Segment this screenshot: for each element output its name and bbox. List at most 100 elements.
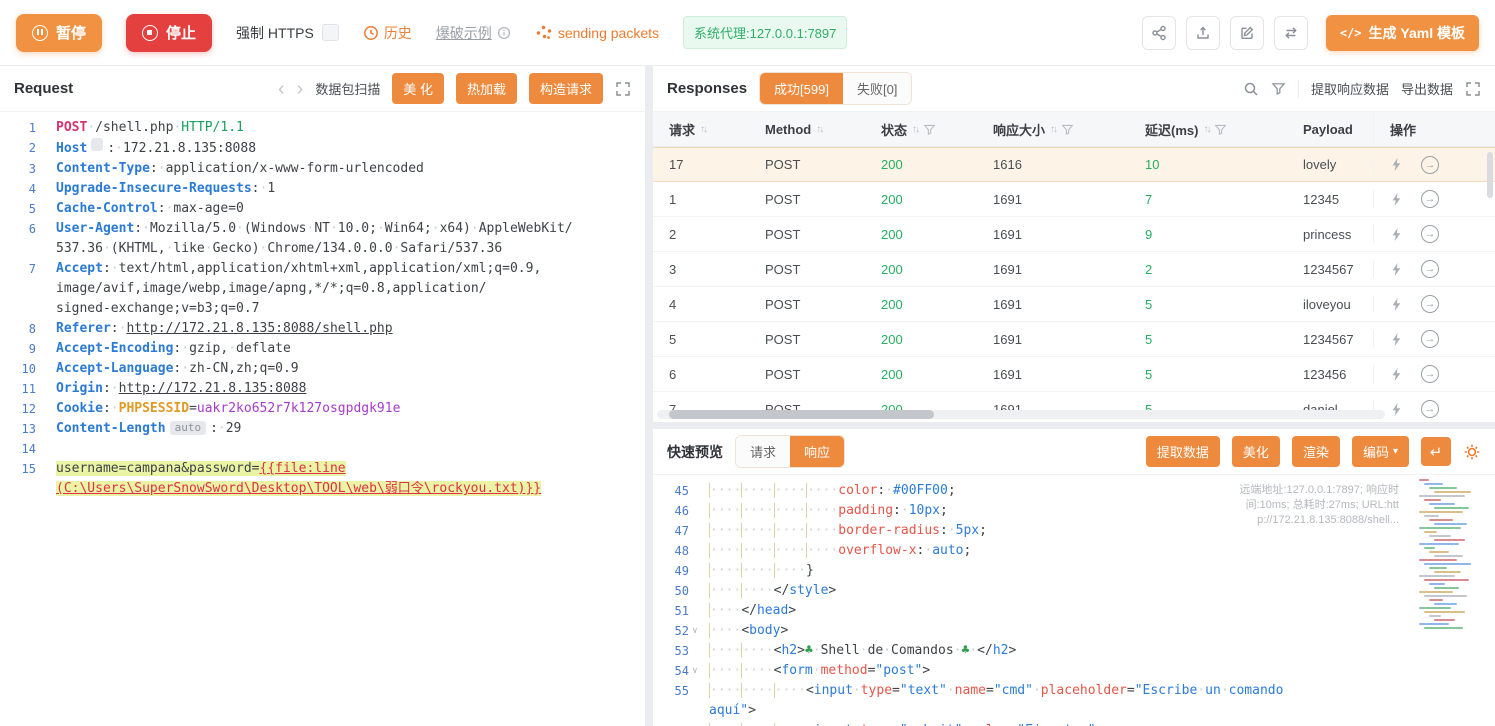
example-link[interactable]: 爆破示例 [436, 23, 511, 43]
share-button[interactable] [1141, 15, 1176, 50]
search-icon[interactable] [1243, 81, 1259, 97]
code-line[interactable]: 48 ················overflow-x:·auto; [653, 541, 1495, 561]
code-text[interactable]: ············<input·type="submit"·value="… [709, 721, 1495, 726]
code-line[interactable]: 2 Host:·172.21.8.135:8088 [0, 138, 645, 159]
filter-icon[interactable] [1271, 81, 1286, 96]
code-line[interactable]: 51 ····</head> [653, 601, 1495, 621]
code-text[interactable]: Accept-Encoding:·gzip,·deflate [56, 339, 645, 359]
replay-bolt-icon[interactable] [1390, 262, 1403, 277]
code-line[interactable]: 50 ········</style> [653, 581, 1495, 601]
tab-fail[interactable]: 失败[0] [842, 73, 912, 104]
open-detail-icon[interactable]: → [1421, 400, 1439, 418]
response-row[interactable]: 3 POST 200 1691 2 1234567 → [653, 252, 1495, 287]
response-row[interactable]: 5 POST 200 1691 5 1234567 → [653, 322, 1495, 357]
history-link[interactable]: 历史 [363, 23, 412, 43]
encode-dropdown[interactable]: 编码 ▾ [1351, 436, 1409, 467]
code-text[interactable]: Content-Type:·application/x-www-form-url… [56, 159, 645, 179]
code-line[interactable]: 56 ············<input·type="submit"·value… [653, 721, 1495, 726]
open-detail-icon[interactable]: → [1421, 330, 1439, 348]
vertical-scrollbar-thumb[interactable] [1487, 152, 1493, 198]
code-text[interactable]: ················overflow-x:·auto; [709, 541, 1495, 561]
sort-arrows-icon[interactable]: ↑↓ [1203, 124, 1211, 135]
code-text[interactable]: Referer:·http://172.21.8.135:8088/shell.… [56, 319, 645, 339]
code-line[interactable]: 53 ········<h2>♣·Shell·de·Comandos·♣·</h2… [653, 641, 1495, 661]
code-text[interactable]: Cache-Control:·max-age=0 [56, 199, 645, 219]
response-row[interactable]: 4 POST 200 1691 5 iloveyou → [653, 287, 1495, 322]
replay-bolt-icon[interactable] [1390, 227, 1403, 242]
open-detail-icon[interactable]: → [1421, 365, 1439, 383]
code-text[interactable]: ····<body> [709, 621, 1495, 641]
response-row[interactable]: 17 POST 200 1616 10 lovely → [653, 147, 1495, 182]
export-button[interactable] [1185, 15, 1220, 50]
code-line[interactable]: 12 Cookie:·PHPSESSID=uakr2ko652r7k127osgp… [0, 399, 645, 419]
code-line[interactable]: 15 username=campana&password={{file:line (… [0, 459, 645, 499]
sort-arrows-icon[interactable]: ↑↓ [700, 124, 708, 135]
hot-reload-button[interactable]: 热加载 [455, 73, 517, 104]
next-request-chevron[interactable]: › [297, 79, 304, 99]
tab-preview-request[interactable]: 请求 [736, 436, 791, 467]
filter-icon[interactable] [923, 123, 936, 136]
wrap-toggle-button[interactable]: ↵ [1421, 437, 1451, 466]
code-text[interactable]: ············} [709, 561, 1495, 581]
code-text[interactable]: Accept:·text/html,application/xhtml+xml,… [56, 259, 645, 319]
code-line[interactable]: 8 Referer:·http://172.21.8.135:8088/shell… [0, 319, 645, 339]
fullscreen-icon[interactable] [1465, 81, 1481, 97]
column-header-6[interactable]: Payload [1287, 112, 1373, 146]
filter-icon[interactable] [1061, 123, 1074, 136]
code-text[interactable]: Accept-Language:·zh-CN,zh;q=0.9 [56, 359, 645, 379]
extract-response-data-button[interactable]: 提取响应数据 [1311, 79, 1389, 98]
code-line[interactable]: 54 ∨ ········<form·method="post"> [653, 661, 1495, 681]
open-detail-icon[interactable]: → [1421, 260, 1439, 278]
replay-bolt-icon[interactable] [1390, 367, 1403, 382]
column-header-7[interactable]: 操作 [1373, 112, 1495, 146]
open-detail-icon[interactable]: → [1421, 295, 1439, 313]
code-line[interactable]: 49 ············} [653, 561, 1495, 581]
export-data-button[interactable]: 导出数据 [1401, 79, 1453, 98]
open-detail-icon[interactable]: → [1421, 225, 1439, 243]
tab-success[interactable]: 成功[599] [760, 73, 843, 104]
code-line[interactable]: 9 Accept-Encoding:·gzip,·deflate [0, 339, 645, 359]
code-text[interactable]: POST·/shell.php·HTTP/1.1 [56, 118, 645, 138]
code-line[interactable]: 14 [0, 439, 645, 459]
edit-button[interactable] [1229, 15, 1264, 50]
replay-bolt-icon[interactable] [1390, 402, 1403, 417]
code-line[interactable]: 3 Content-Type:·application/x-www-form-ur… [0, 159, 645, 179]
code-text[interactable]: Content-Length auto:·29 [56, 419, 645, 439]
sort-arrows-icon[interactable]: ↑↓ [816, 124, 824, 135]
settings-gear-icon[interactable] [1463, 443, 1481, 461]
sort-arrows-icon[interactable]: ↑↓ [912, 124, 920, 135]
generate-yaml-button[interactable]: </> 生成 Yaml 模板 [1325, 14, 1479, 51]
column-header-1[interactable]: 请求 ↑↓ [653, 112, 749, 146]
construct-request-button[interactable]: 构造请求 [528, 73, 603, 104]
column-header-2[interactable]: Method ↑↓ [749, 112, 865, 146]
code-line[interactable]: 6 User-Agent:·Mozilla/5.0·(Windows·NT·10.… [0, 219, 645, 259]
fullscreen-icon[interactable] [615, 81, 631, 97]
code-line[interactable]: 5 Cache-Control:·max-age=0 [0, 199, 645, 219]
code-text[interactable]: Upgrade-Insecure-Requests:·1 [56, 179, 645, 199]
code-line[interactable]: 55 ············<input·type="text"·name="c… [653, 681, 1495, 721]
code-line[interactable]: 11 Origin:·http://172.21.8.135:8088 [0, 379, 645, 399]
replay-bolt-icon[interactable] [1390, 192, 1403, 207]
beautify-button[interactable]: 美 化 [392, 73, 444, 104]
code-text[interactable]: User-Agent:·Mozilla/5.0·(Windows·NT·10.0… [56, 219, 645, 259]
sort-arrows-icon[interactable]: ↑↓ [1050, 124, 1058, 135]
replay-bolt-icon[interactable] [1390, 157, 1403, 172]
response-preview-editor[interactable]: 远端地址:127.0.0.1:7897; 响应时 间:10ms; 总耗时:27m… [653, 475, 1495, 726]
column-header-4[interactable]: 响应大小 ↑↓ [977, 112, 1129, 146]
extract-data-button[interactable]: 提取数据 [1145, 436, 1220, 467]
render-button[interactable]: 渲染 [1291, 436, 1340, 467]
replay-bolt-icon[interactable] [1390, 297, 1403, 312]
replay-bolt-icon[interactable] [1390, 332, 1403, 347]
column-header-3[interactable]: 状态 ↑↓ [865, 112, 977, 146]
packet-scan-label[interactable]: 数据包扫描 [315, 79, 380, 98]
response-row[interactable]: 2 POST 200 1691 9 princess → [653, 217, 1495, 252]
code-text[interactable]: Origin:·http://172.21.8.135:8088 [56, 379, 645, 399]
code-line[interactable]: 7 Accept:·text/html,application/xhtml+xml… [0, 259, 645, 319]
tab-preview-response[interactable]: 响应 [790, 436, 845, 467]
filter-icon[interactable] [1214, 123, 1227, 136]
open-detail-icon[interactable]: → [1421, 190, 1439, 208]
code-text[interactable]: ········</style> [709, 581, 1495, 601]
response-row[interactable]: 1 POST 200 1691 7 12345 → [653, 182, 1495, 217]
stop-button[interactable]: 停止 [126, 13, 213, 52]
column-header-5[interactable]: 延迟(ms) ↑↓ [1129, 112, 1287, 146]
